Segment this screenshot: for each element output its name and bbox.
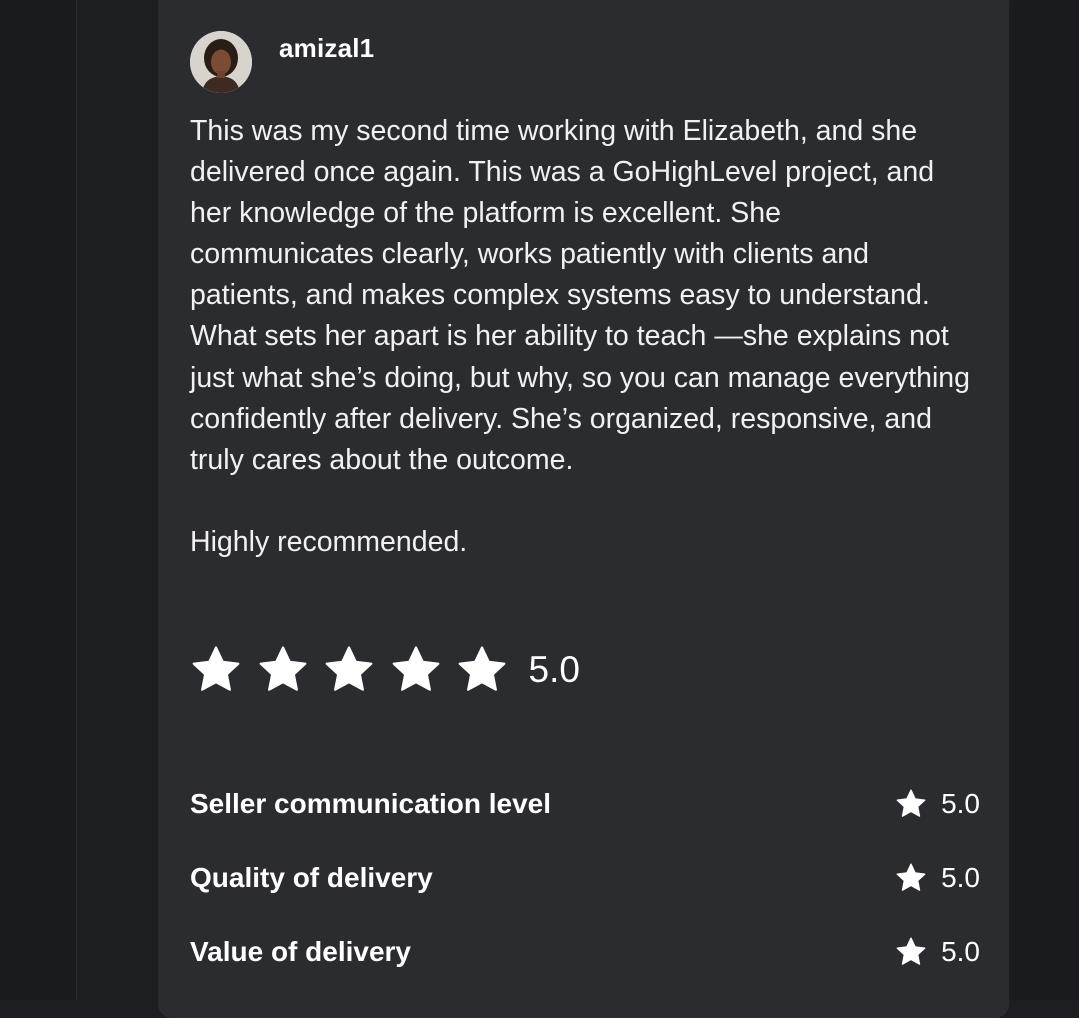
sub-rating-label: Value of delivery xyxy=(190,936,411,967)
sub-rating-communication: Seller communication level 5.0 xyxy=(190,784,980,824)
left-rail xyxy=(0,0,77,1000)
star-icon xyxy=(390,644,442,696)
sub-rating-score: 5.0 xyxy=(895,936,980,968)
star-icon xyxy=(895,862,927,894)
avatar[interactable] xyxy=(190,31,252,93)
star-icon xyxy=(895,788,927,820)
review-paragraph: Highly recommended. xyxy=(190,525,468,558)
sub-rating-score: 5.0 xyxy=(895,862,980,894)
review-paragraph: This was my second time working with Eli… xyxy=(190,115,970,476)
review-body: This was my second time working with Eli… xyxy=(190,111,970,563)
sub-rating-value-of-delivery: Value of delivery 5.0 xyxy=(190,932,980,972)
overall-rating-value: 5.0 xyxy=(528,649,580,690)
reviewer-username[interactable]: amizal1 xyxy=(279,33,374,64)
sub-rating-value: 5.0 xyxy=(941,862,980,893)
star-icon xyxy=(190,644,242,696)
right-rail xyxy=(1011,0,1079,1000)
sub-rating-score: 5.0 xyxy=(895,788,980,820)
sub-rating-value: 5.0 xyxy=(941,788,980,819)
sub-rating-label: Quality of delivery xyxy=(190,862,433,893)
sub-rating-value: 5.0 xyxy=(941,936,980,967)
sub-rating-label: Seller communication level xyxy=(190,788,552,819)
star-icon xyxy=(456,644,508,696)
star-icon xyxy=(895,936,927,968)
star-icon xyxy=(323,644,375,696)
overall-rating: 5.0 xyxy=(190,640,580,700)
star-icon xyxy=(257,644,309,696)
sub-rating-quality: Quality of delivery 5.0 xyxy=(190,858,980,898)
